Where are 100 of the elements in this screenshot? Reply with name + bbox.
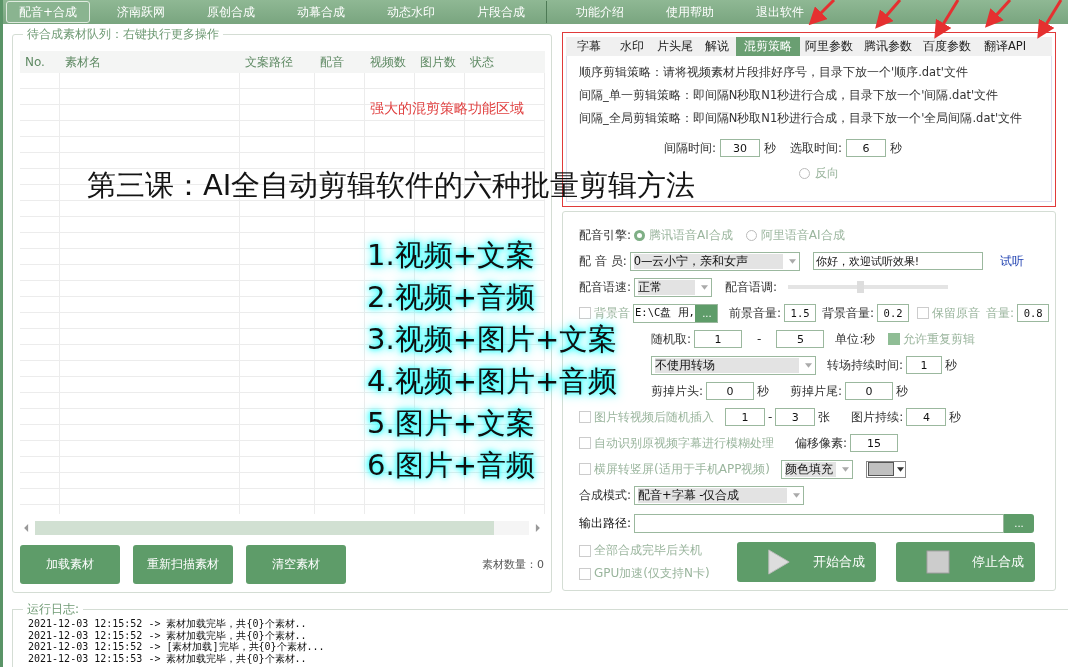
field-label: 配音语速:	[579, 278, 632, 296]
input-field[interactable]: 3	[775, 408, 816, 426]
input-field[interactable]: 1	[725, 408, 765, 426]
method-item: 5.图片+文案	[367, 405, 535, 442]
input-field[interactable]: 6	[846, 139, 887, 157]
checkbox-label: GPU加速(仅支持N卡)	[594, 565, 710, 582]
scroll-right-icon[interactable]	[535, 524, 540, 533]
input-field[interactable]: 1	[906, 356, 943, 374]
tab[interactable]: 水印	[612, 37, 652, 56]
log-line: 2021-12-03 12:15:52 -> [素材加载]完毕，共{0}个素材...	[28, 641, 326, 652]
checkbox[interactable]	[917, 307, 930, 319]
unit-label: 秒	[949, 408, 962, 426]
field-label: 转场持续时间:	[827, 356, 904, 374]
input-field[interactable]: 你好，欢迎试听效果!	[812, 252, 983, 270]
checkbox-label: 横屏转竖屏(适用于手机APP视频)	[594, 460, 771, 478]
caret-icon	[842, 466, 850, 472]
strategy-description: 顺序剪辑策略：请将视频素材片段排好序号，目录下放一个'顺序.dat'文件	[579, 64, 969, 81]
field-label: 剪掉片头:	[651, 382, 704, 400]
field-label: 随机取:	[651, 330, 692, 348]
input-field[interactable]: 15	[850, 434, 899, 452]
mode-dropdown[interactable]: 配音+字幕 -仅合成	[634, 485, 805, 505]
fill-dropdown[interactable]: 颜色填充	[781, 459, 854, 479]
checkbox[interactable]	[579, 411, 591, 423]
input-field[interactable]: 5	[776, 330, 825, 348]
input-field[interactable]: 0.8	[1017, 304, 1050, 322]
input-field[interactable]: 1	[694, 330, 743, 348]
input-field[interactable]: 4	[906, 408, 947, 426]
field-label: 配音引擎:	[579, 226, 632, 244]
field-label: 合成模式:	[579, 486, 632, 504]
tab[interactable]: 阿里参数	[800, 37, 858, 56]
table-header-cell: 素材名	[60, 51, 240, 73]
radio-label: 反向	[815, 165, 839, 182]
annotation-arrow	[808, 0, 836, 26]
panel-title: 运行日志:	[23, 602, 84, 616]
unit-label: 秒	[890, 139, 903, 157]
caret-icon	[805, 362, 812, 368]
field-label: 间隔时间:	[664, 139, 717, 157]
unit-label: 秒	[757, 382, 770, 400]
caret-icon	[788, 258, 796, 264]
tab[interactable]: 腾讯参数	[858, 37, 918, 56]
field-label: 前景音量:	[729, 304, 782, 322]
checkbox[interactable]	[888, 333, 901, 345]
field-label: 音量:	[986, 304, 1015, 322]
field-label: 输出路径:	[579, 514, 632, 532]
checkbox-label: 自动识别原视频字幕进行模糊处理	[594, 434, 774, 452]
checkbox-label: 允许重复剪辑	[903, 330, 976, 348]
unit-label: 秒	[896, 382, 909, 400]
checkbox-label: 全部合成完毕后关机	[594, 542, 702, 559]
scrollbar-thumb[interactable]	[35, 521, 495, 536]
table-header-cell: 文案路径	[240, 51, 315, 73]
scroll-left-icon[interactable]	[24, 524, 29, 533]
checkbox[interactable]	[579, 544, 591, 557]
field-label: 配音语调:	[725, 278, 778, 296]
path-field[interactable]: E:\C盘 用, ...	[633, 303, 718, 323]
field-label: 图片持续:	[851, 408, 904, 426]
tab[interactable]: 字幕	[566, 37, 612, 56]
radio-button[interactable]	[634, 229, 646, 241]
checkbox-label: 图片转视频后随机插入	[594, 408, 714, 426]
table-header-cell: 配音	[315, 51, 365, 73]
unit-label: 秒	[945, 356, 958, 374]
method-item: 6.图片+音频	[367, 447, 535, 484]
method-item: 4.视频+图片+音频	[367, 363, 618, 400]
material-count: 素材数量：0	[482, 557, 544, 572]
log-line: 2021-12-03 12:15:52 -> 素材加载完毕，共{0}个素材..	[28, 629, 308, 641]
tab[interactable]: 解说	[698, 37, 736, 56]
color-picker[interactable]	[866, 460, 907, 478]
field-label: 配 音 员:	[579, 252, 627, 270]
checkbox[interactable]	[579, 567, 591, 580]
input-field[interactable]: 1.5	[784, 304, 817, 322]
listen-link[interactable]: 试听	[999, 252, 1024, 270]
table-header-cell: 视频数	[365, 51, 415, 73]
range-dash: -	[757, 332, 762, 346]
annotation-arrow	[984, 0, 1012, 28]
checkbox[interactable]	[579, 307, 591, 319]
output-path-field[interactable]	[634, 513, 1005, 533]
caret-icon	[793, 492, 801, 498]
input-field[interactable]: 0	[845, 382, 894, 400]
checkbox[interactable]	[579, 463, 591, 475]
field-label: 背景音量:	[822, 304, 875, 322]
checkbox-label: 保留原音	[932, 304, 981, 322]
annotation-arrow	[875, 0, 902, 29]
voice-dropdown[interactable]: 0—云小宁，亲和女声	[629, 251, 800, 271]
tab[interactable]: 百度参数	[918, 37, 976, 56]
checkbox[interactable]	[579, 437, 591, 449]
input-field[interactable]: 0	[706, 382, 755, 400]
radio-label: 阿里语音AI合成	[760, 226, 845, 244]
tab[interactable]: 翻译API	[976, 37, 1034, 56]
tab[interactable]: 片头尾	[652, 37, 698, 56]
table-header-cell: 状态	[465, 51, 545, 73]
speed-dropdown[interactable]: 正常	[634, 277, 713, 297]
panel-title: 待合成素材队列：右键执行更多操作	[23, 27, 223, 41]
log-line: 2021-12-03 12:15:53 -> 素材加载完毕，共{0}个素材..	[28, 652, 308, 664]
field-label: 选取时间:	[790, 139, 843, 157]
input-field[interactable]: 0.2	[877, 304, 910, 322]
input-field[interactable]: 30	[720, 139, 761, 157]
slider-thumb[interactable]	[857, 281, 865, 293]
method-item: 2.视频+音频	[367, 279, 535, 316]
table-header-cell: No.	[20, 51, 60, 73]
transition-dropdown[interactable]: 不使用转场	[651, 355, 816, 375]
checkbox-label: 背景音	[594, 304, 630, 322]
